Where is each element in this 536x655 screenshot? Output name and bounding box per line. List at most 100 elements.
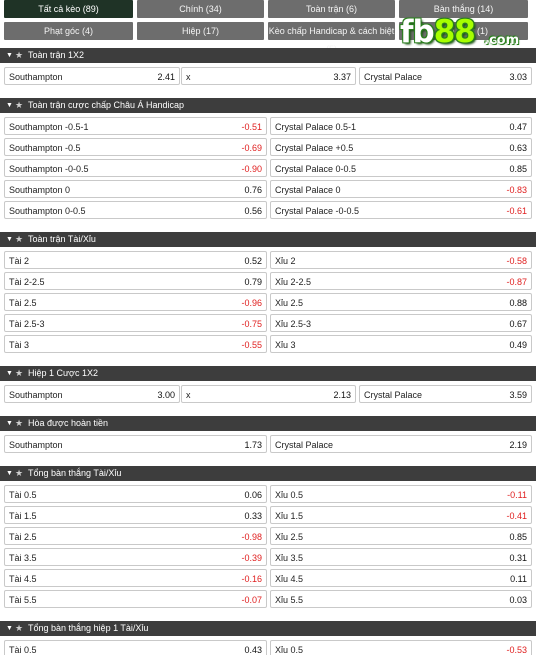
odds-value: 0.03	[509, 595, 527, 605]
selection-label: Crystal Palace	[364, 72, 423, 82]
odds-cell[interactable]: Xỉu 2.5 0.85	[270, 527, 532, 545]
section-title: Toàn trận Tài/Xỉu	[28, 234, 96, 244]
odds-cell[interactable]: Crystal Palace 3.59	[359, 385, 532, 403]
odds-cell[interactable]: Xỉu 0.5 -0.53	[270, 640, 532, 655]
odds-cell[interactable]: x 2.13	[181, 385, 356, 403]
chevron-down-icon[interactable]: ▼	[6, 366, 13, 381]
selection-label: Southampton 0-0.5	[9, 206, 86, 216]
odds-cell[interactable]: Tài 5.5 -0.07	[4, 590, 267, 608]
section-header[interactable]: ▼ ★ Toàn trận cược chấp Châu Á Handicap	[0, 98, 536, 113]
section-title: Toàn trận 1X2	[28, 50, 85, 60]
selection-label: Xỉu 3.5	[275, 553, 304, 563]
selection-label: Xỉu 5.5	[275, 595, 304, 605]
odds-cell[interactable]: Southampton -0-0.5 -0.90	[4, 159, 267, 177]
star-icon[interactable]: ★	[15, 232, 23, 247]
star-icon[interactable]: ★	[15, 48, 23, 63]
selection-label: Xỉu 0.5	[275, 490, 304, 500]
section-header[interactable]: ▼ ★ Toàn trận 1X2	[0, 48, 536, 63]
odds-cell[interactable]: Southampton 3.00	[4, 385, 180, 403]
odds-value: -0.41	[506, 511, 527, 521]
odds-cell[interactable]: Xỉu 2.5-3 0.67	[270, 314, 532, 332]
star-icon[interactable]: ★	[15, 366, 23, 381]
odds-value: 0.63	[509, 143, 527, 153]
odds-cell[interactable]: x 3.37	[181, 67, 356, 85]
odds-cell[interactable]: Xỉu 5.5 0.03	[270, 590, 532, 608]
odds-cell[interactable]: Tài 0.5 0.43	[4, 640, 267, 655]
odds-cell[interactable]: Crystal Palace 3.03	[359, 67, 532, 85]
section-header[interactable]: ▼ ★ Tổng bàn thắng Tài/Xỉu	[0, 466, 536, 481]
odds-value: -0.51	[241, 122, 262, 132]
chevron-down-icon[interactable]: ▼	[6, 232, 13, 247]
chevron-down-icon[interactable]: ▼	[6, 416, 13, 431]
section-header[interactable]: ▼ ★ Hòa được hoàn tiền	[0, 416, 536, 431]
selection-label: Tài 3	[9, 340, 30, 350]
odds-cell[interactable]: Xỉu 3.5 0.31	[270, 548, 532, 566]
odds-cell[interactable]: Xỉu 0.5 -0.11	[270, 485, 532, 503]
star-icon[interactable]: ★	[15, 416, 23, 431]
odds-cell[interactable]: Crystal Palace 0-0.5 0.85	[270, 159, 532, 177]
odds-cell[interactable]: Southampton 1.73	[4, 435, 267, 453]
odds-cell[interactable]: Southampton 2.41	[4, 67, 180, 85]
section-header[interactable]: ▼ ★ Tổng bàn thắng hiệp 1 Tài/Xỉu	[0, 621, 536, 636]
odds-value: 0.06	[244, 490, 262, 500]
odds-cell[interactable]: Tài 2.5 -0.96	[4, 293, 267, 311]
odds-cell[interactable]: Southampton -0.5-1 -0.51	[4, 117, 267, 135]
section-header[interactable]: ▼ ★ Toàn trận Tài/Xỉu	[0, 232, 536, 247]
odds-cell[interactable]: Xỉu 4.5 0.11	[270, 569, 532, 587]
star-icon[interactable]: ★	[15, 98, 23, 113]
odds-cell[interactable]: Southampton 0-0.5 0.56	[4, 201, 267, 219]
tab-handicap[interactable]: Kèo chấp Handicap & cách biệt (5)	[268, 22, 395, 54]
tab-full-match[interactable]: Toàn trận (6)	[268, 0, 395, 18]
odds-value: -0.87	[506, 277, 527, 287]
chevron-down-icon[interactable]: ▼	[6, 98, 13, 113]
odds-value: 0.47	[509, 122, 527, 132]
odds-cell[interactable]: Tài 4.5 -0.16	[4, 569, 267, 587]
selection-label: Tài 0.5	[9, 490, 37, 500]
selection-label: Xỉu 1.5	[275, 511, 304, 521]
selection-label: Southampton -0-0.5	[9, 164, 89, 174]
odds-cell[interactable]: Tài 2 0.52	[4, 251, 267, 269]
selection-label: Southampton 0	[9, 185, 71, 195]
odds-cell[interactable]: Xỉu 2.5 0.88	[270, 293, 532, 311]
odds-cell[interactable]: Tài 1.5 0.33	[4, 506, 267, 524]
odds-cell[interactable]: Xỉu 2 -0.58	[270, 251, 532, 269]
chevron-down-icon[interactable]: ▼	[6, 621, 13, 636]
odds-cell[interactable]: Crystal Palace 0 -0.83	[270, 180, 532, 198]
odds-cell[interactable]: Crystal Palace -0-0.5 -0.61	[270, 201, 532, 219]
tab-all[interactable]: Tất cả kèo (89)	[4, 0, 133, 18]
selection-label: Tài 4.5	[9, 574, 37, 584]
odds-cell[interactable]: Crystal Palace +0.5 0.63	[270, 138, 532, 156]
odds-cell[interactable]: Xỉu 3 0.49	[270, 335, 532, 353]
tab-half[interactable]: Hiệp (17)	[137, 22, 264, 40]
selection-label: Tài 3.5	[9, 553, 37, 563]
odds-cell[interactable]: Southampton 0 0.76	[4, 180, 267, 198]
selection-label: Tài 0.5	[9, 645, 37, 655]
odds-value: -0.83	[506, 185, 527, 195]
odds-cell[interactable]: Tài 2.5 -0.98	[4, 527, 267, 545]
chevron-down-icon[interactable]: ▼	[6, 48, 13, 63]
odds-cell[interactable]: Tài 3.5 -0.39	[4, 548, 267, 566]
selection-label: x	[186, 390, 191, 400]
star-icon[interactable]: ★	[15, 466, 23, 481]
odds-value: -0.69	[241, 143, 262, 153]
odds-cell[interactable]: Xỉu 1.5 -0.41	[270, 506, 532, 524]
section-header[interactable]: ▼ ★ Hiệp 1 Cược 1X2	[0, 366, 536, 381]
tab-main[interactable]: Chính (34)	[137, 0, 264, 18]
star-icon[interactable]: ★	[15, 621, 23, 636]
odds-cell[interactable]: Tài 2.5-3 -0.75	[4, 314, 267, 332]
selection-label: Tài 2-2.5	[9, 277, 45, 287]
odds-cell[interactable]: Tài 3 -0.55	[4, 335, 267, 353]
tab-corners[interactable]: Phạt góc (4)	[4, 22, 133, 40]
selection-label: Crystal Palace 0.5-1	[275, 122, 357, 132]
odds-cell[interactable]: Crystal Palace 2.19	[270, 435, 532, 453]
odds-cell[interactable]: Tài 2-2.5 0.79	[4, 272, 267, 290]
odds-value: 0.88	[509, 298, 527, 308]
odds-cell[interactable]: Xỉu 2-2.5 -0.87	[270, 272, 532, 290]
odds-cell[interactable]: Southampton -0.5 -0.69	[4, 138, 267, 156]
selection-label: Xỉu 2.5	[275, 298, 304, 308]
chevron-down-icon[interactable]: ▼	[6, 466, 13, 481]
odds-value: 1.73	[244, 440, 262, 450]
section-title: Toàn trận cược chấp Châu Á Handicap	[28, 100, 185, 110]
odds-cell[interactable]: Crystal Palace 0.5-1 0.47	[270, 117, 532, 135]
odds-cell[interactable]: Tài 0.5 0.06	[4, 485, 267, 503]
